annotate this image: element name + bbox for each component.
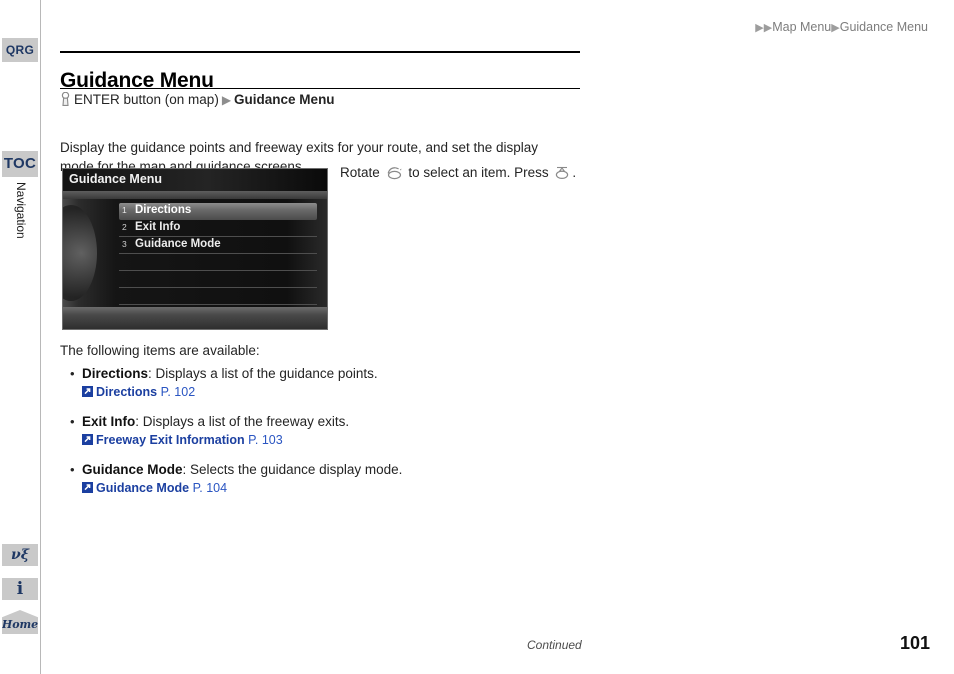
nav-screen-title: Guidance Menu xyxy=(69,172,163,186)
cross-reference-title: Directions xyxy=(96,385,158,399)
nav-menu-item-directions[interactable]: 1 Directions xyxy=(119,203,317,220)
item-text-line: • Directions: Displays a list of the guid… xyxy=(60,365,580,383)
title-rule-top xyxy=(60,51,580,53)
title-rule-bottom xyxy=(60,88,580,89)
home-icon[interactable]: Home xyxy=(2,610,38,634)
rotate-hint-part1: Rotate xyxy=(340,165,380,180)
list-item: • Exit Info: Displays a list of the freew… xyxy=(60,413,580,447)
bullet-icon: • xyxy=(70,366,75,381)
nav-item-label: Exit Info xyxy=(135,221,181,233)
home-label: Home xyxy=(2,618,38,631)
item-name: Guidance Mode xyxy=(82,462,183,477)
nav-item-number: 2 xyxy=(122,222,127,232)
vsa-glyph: νξ xyxy=(10,547,29,563)
navigation-screen-image: Guidance Menu 1 Directions 2 Exit Info 3… xyxy=(62,168,328,330)
nav-menu-item-exit-info[interactable]: 2 Exit Info xyxy=(119,220,317,237)
info-glyph: i xyxy=(16,579,24,599)
nav-screen-bottombar xyxy=(63,307,327,329)
nav-menu-item-empty xyxy=(119,271,317,288)
footer-continued-label: Continued xyxy=(527,638,582,652)
sidebar-chapter-text: Navigation xyxy=(14,182,28,239)
breadcrumb-arrow-1: ▶ xyxy=(755,22,764,34)
items-list: • Directions: Displays a list of the guid… xyxy=(60,365,580,509)
breadcrumb-current: Guidance Menu xyxy=(839,20,928,34)
footer-page-number: 101 xyxy=(899,633,930,653)
sidebar: QRG TOC Navigation νξ i Home xyxy=(0,0,40,674)
sidebar-tab-toc-label: TOC xyxy=(3,155,37,172)
breadcrumb-arrow-2: ▶ xyxy=(763,22,773,34)
sidebar-tab-toc[interactable]: TOC xyxy=(2,151,38,177)
vsa-icon[interactable]: νξ xyxy=(2,544,38,566)
breadcrumb-section[interactable]: Map Menu xyxy=(772,20,831,34)
nav-item-number: 3 xyxy=(122,239,127,249)
item-description: : Displays a list of the guidance points… xyxy=(148,366,378,381)
item-name: Exit Info xyxy=(82,414,136,429)
rotary-dial-icon xyxy=(386,166,403,183)
cross-reference-title: Freeway Exit Information xyxy=(96,433,245,447)
nav-menu-item-empty xyxy=(119,288,317,305)
list-item: • Guidance Mode: Selects the guidance dis… xyxy=(60,461,580,495)
page-title: Guidance Menu xyxy=(60,69,214,93)
nav-screen-titlebar: Guidance Menu xyxy=(63,169,327,191)
cross-reference-page: P. 102 xyxy=(160,385,196,399)
breadcrumb-separator: ▶ xyxy=(831,22,840,34)
nav-item-label: Directions xyxy=(135,204,192,216)
menu-path-arrow: ▶ xyxy=(221,93,232,107)
cross-reference-page: P. 104 xyxy=(192,481,228,495)
bullet-icon: • xyxy=(70,462,75,477)
cross-reference-link[interactable]: Freeway Exit Information P. 103 xyxy=(60,433,580,447)
sidebar-tab-qrg-label: QRG xyxy=(5,43,35,57)
cross-reference-arrow-icon xyxy=(82,434,93,445)
item-text-line: • Exit Info: Displays a list of the freew… xyxy=(60,413,580,431)
item-description: : Selects the guidance display mode. xyxy=(182,462,403,477)
rotate-hint: Rotate to select an item. Press . xyxy=(340,165,576,183)
nav-menu-item-empty xyxy=(119,254,317,271)
item-text-line: • Guidance Mode: Selects the guidance dis… xyxy=(60,461,580,479)
bullet-icon: • xyxy=(70,414,75,429)
cross-reference-link[interactable]: Guidance Mode P. 104 xyxy=(60,481,580,495)
cross-reference-title: Guidance Mode xyxy=(96,481,190,495)
menu-path-target: Guidance Menu xyxy=(234,92,335,107)
nav-screen-body: 1 Directions 2 Exit Info 3 Guidance Mode xyxy=(63,199,327,309)
list-item: • Directions: Displays a list of the guid… xyxy=(60,365,580,399)
info-icon[interactable]: i xyxy=(2,578,38,600)
item-description: : Displays a list of the freeway exits. xyxy=(135,414,350,429)
home-shape: Home xyxy=(2,610,38,634)
press-dial-icon xyxy=(554,166,570,183)
cross-reference-link[interactable]: Directions P. 102 xyxy=(60,385,580,399)
nav-item-label: Guidance Mode xyxy=(135,238,221,250)
breadcrumb: ▶▶Map Menu▶Guidance Menu xyxy=(755,20,928,34)
sidebar-divider xyxy=(40,0,41,674)
menu-path-button-text: ENTER button (on map) xyxy=(74,92,219,107)
menu-path: ENTER button (on map) ▶ Guidance Menu xyxy=(60,91,335,110)
cross-reference-page: P. 103 xyxy=(248,433,283,447)
nav-screen-subbar xyxy=(63,191,327,199)
enter-button-icon xyxy=(60,91,71,110)
item-name: Directions xyxy=(82,366,149,381)
sidebar-tab-qrg[interactable]: QRG xyxy=(2,38,38,62)
cross-reference-arrow-icon xyxy=(82,482,93,493)
cross-reference-arrow-icon xyxy=(82,386,93,397)
rotate-hint-part3: . xyxy=(572,165,577,180)
nav-screen-dial-graphic xyxy=(63,205,97,301)
items-intro: The following items are available: xyxy=(60,343,260,358)
sidebar-chapter-label: Navigation xyxy=(2,182,38,272)
nav-item-number: 1 xyxy=(122,205,127,215)
nav-menu-item-guidance-mode[interactable]: 3 Guidance Mode xyxy=(119,237,317,254)
rotate-hint-part2: to select an item. Press xyxy=(408,165,549,180)
